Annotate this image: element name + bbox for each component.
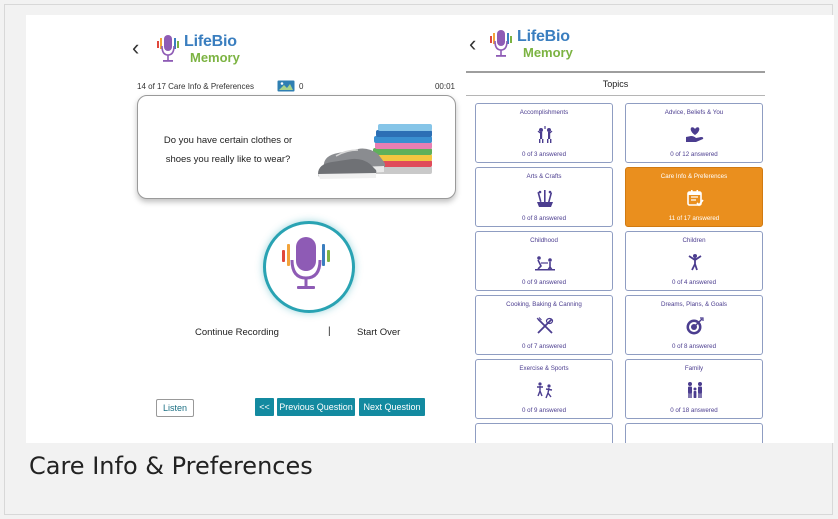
topic-tile-accomplishments[interactable]: Accomplishments 0 of 3 answered xyxy=(475,103,613,163)
question-progress-bar: 14 of 17 Care Info & Preferences 0 00:01 xyxy=(137,80,455,94)
heart-in-hand-icon xyxy=(686,127,704,142)
question-text: Do you have certain clothes or shoes you… xyxy=(158,131,298,169)
next-question-button[interactable]: Next Question xyxy=(359,398,425,416)
topics-header: Topics xyxy=(466,71,765,96)
topic-title: Cooking, Baking & Canning xyxy=(506,301,582,308)
utensils-crossed-icon xyxy=(536,317,554,334)
topic-title: Accomplishments xyxy=(519,109,569,116)
topic-count: 0 of 8 answered xyxy=(521,215,567,222)
topic-count: 0 of 4 answered xyxy=(671,279,717,286)
topic-count: 0 of 9 answered xyxy=(521,279,567,286)
paint-brushes-icon xyxy=(537,190,553,207)
topic-count: 0 of 9 answered xyxy=(521,407,567,414)
microphone-logo-icon xyxy=(157,35,179,62)
topic-tile-childhood[interactable]: Childhood 0 of 9 answered xyxy=(475,231,613,291)
topics-lifebio-logo: LifeBio Memory xyxy=(488,29,573,59)
topic-tile-exercise-sports[interactable]: Exercise & Sports 0 of 9 answered xyxy=(475,359,613,419)
controls-divider: | xyxy=(328,326,331,337)
topic-tile-care-info-preferences[interactable]: Care Info & Preferences 11 of 17 answere… xyxy=(625,167,763,227)
photo-add-icon xyxy=(277,80,295,92)
logo-text-memory: Memory xyxy=(190,50,240,65)
topic-title: Childhood xyxy=(530,237,558,244)
record-button[interactable] xyxy=(263,221,355,313)
child-jumping-icon xyxy=(688,254,702,271)
topic-tile-partial[interactable] xyxy=(475,423,613,443)
topic-title: Children xyxy=(682,237,706,244)
question-line-1: Do you have certain clothes or xyxy=(163,135,293,146)
target-icon xyxy=(686,317,704,335)
listen-button[interactable]: Listen xyxy=(156,399,194,417)
start-over-link[interactable]: Start Over xyxy=(357,327,400,338)
topic-tile-cooking-baking[interactable]: Cooking, Baking & Canning 0 of 7 answere… xyxy=(475,295,613,355)
topic-tile-dreams-plans-goals[interactable]: Dreams, Plans, & Goals 0 of 8 answered xyxy=(625,295,763,355)
topic-count: 0 of 12 answered xyxy=(670,151,718,158)
family-icon xyxy=(688,382,702,398)
photo-count-value: 0 xyxy=(299,81,304,91)
topic-title: Arts & Crafts xyxy=(526,173,562,180)
topic-title: Advice, Beliefs & You xyxy=(664,109,724,116)
topic-tile-partial[interactable] xyxy=(625,423,763,443)
photo-counter[interactable]: 0 xyxy=(277,80,303,92)
logo-text-memory: Memory xyxy=(523,45,573,60)
recording-timer: 00:01 xyxy=(434,82,455,91)
children-playing-icon xyxy=(535,256,555,271)
logo-text-lifebio: LifeBio xyxy=(184,33,237,50)
topic-count: 0 of 3 answered xyxy=(521,151,567,158)
people-celebrating-icon xyxy=(537,126,553,143)
back-button[interactable]: ‹ xyxy=(132,37,139,59)
topic-title: Care Info & Preferences xyxy=(660,173,728,180)
screenshot-caption: Care Info & Preferences xyxy=(29,452,313,480)
calendar-check-icon xyxy=(687,190,704,207)
previous-question-button[interactable]: Previous Question xyxy=(277,398,355,416)
clothes-and-shoes-image xyxy=(318,124,432,179)
topic-tile-children[interactable]: Children 0 of 4 answered xyxy=(625,231,763,291)
continue-recording-link[interactable]: Continue Recording xyxy=(195,327,279,338)
app-screen: ‹ LifeBio Memory 14 of 17 Care Info & Pr… xyxy=(26,15,834,443)
screenshot-frame: ‹ LifeBio Memory 14 of 17 Care Info & Pr… xyxy=(4,4,834,515)
topic-count: 0 of 8 answered xyxy=(671,343,717,350)
microphone-logo-icon xyxy=(490,30,512,57)
topic-tile-arts-crafts[interactable]: Arts & Crafts 0 of 8 answered xyxy=(475,167,613,227)
topics-back-button[interactable]: ‹ xyxy=(469,33,476,55)
question-line-2: shoes you really like to wear? xyxy=(165,154,291,165)
topics-grid: Accomplishments 0 of 3 answered Advice, … xyxy=(475,103,766,443)
first-question-button[interactable]: << xyxy=(255,398,274,416)
topic-title: Exercise & Sports xyxy=(519,365,569,372)
logo-text-lifebio: LifeBio xyxy=(517,28,570,45)
topic-count: 0 of 7 answered xyxy=(521,343,567,350)
topic-title: Dreams, Plans, & Goals xyxy=(660,301,728,308)
question-progress-text: 14 of 17 Care Info & Preferences xyxy=(137,82,254,91)
topic-count: 0 of 18 answered xyxy=(670,407,718,414)
topic-title: Family xyxy=(684,365,704,372)
sports-figures-icon xyxy=(537,382,553,399)
lifebio-logo: LifeBio Memory xyxy=(155,34,240,64)
topic-tile-family[interactable]: Family 0 of 18 answered xyxy=(625,359,763,419)
topic-tile-advice-beliefs[interactable]: Advice, Beliefs & You 0 of 12 answered xyxy=(625,103,763,163)
microphone-icon xyxy=(282,237,330,289)
question-card: Do you have certain clothes or shoes you… xyxy=(137,95,456,199)
topic-count: 11 of 17 answered xyxy=(668,215,720,222)
